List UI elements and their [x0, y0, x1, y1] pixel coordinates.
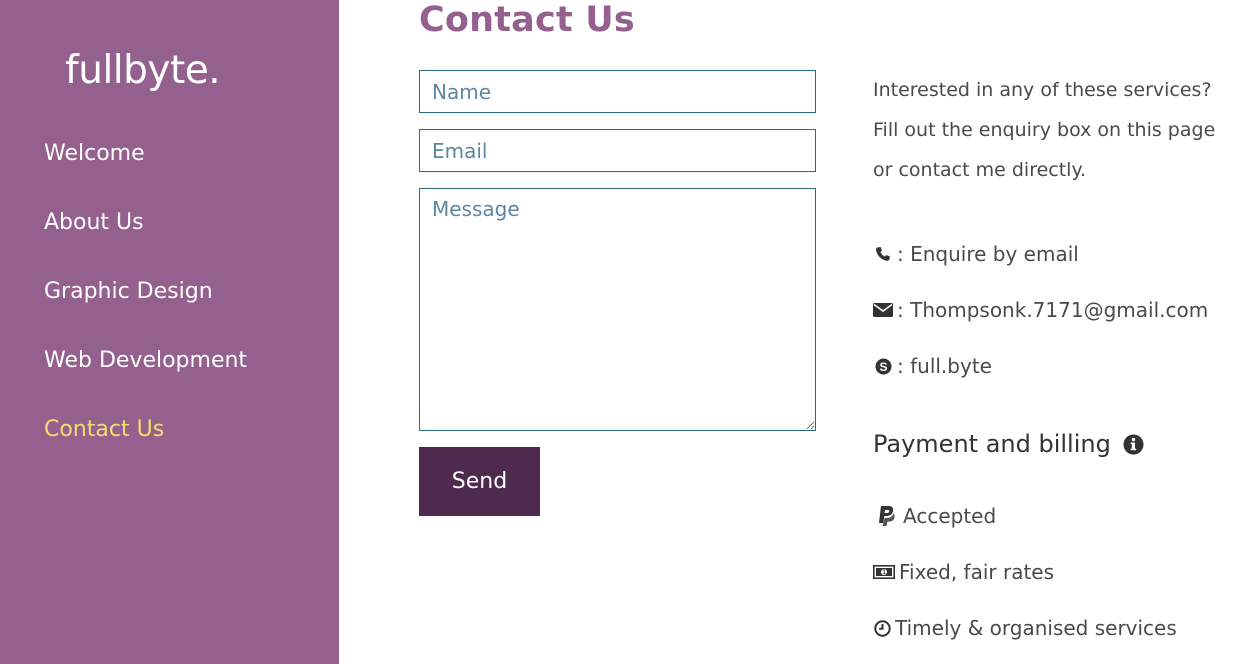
sidebar: fullbyte. Welcome About Us Graphic Desig…: [0, 0, 339, 664]
name-input[interactable]: [419, 70, 816, 113]
paypal-icon: [873, 506, 899, 526]
skype-icon: S: [873, 356, 893, 376]
billing-rates: 1 Fixed, fair rates: [873, 560, 1054, 584]
billing-rates-text: Fixed, fair rates: [899, 560, 1055, 584]
message-textarea[interactable]: [419, 188, 816, 431]
sidebar-item-web-development[interactable]: Web Development: [44, 345, 247, 414]
info-panel: Interested in any of these services? Fil…: [873, 70, 1233, 190]
phone-icon: [873, 244, 893, 264]
send-button[interactable]: Send: [419, 447, 540, 516]
svg-text:S: S: [879, 359, 887, 373]
billing-heading: Payment and billing: [873, 430, 1144, 458]
email-input[interactable]: [419, 129, 816, 172]
contact-skype: S : full.byte: [873, 354, 992, 378]
page-title: Contact Us: [419, 0, 635, 40]
sidebar-item-contact-us[interactable]: Contact Us: [44, 414, 247, 483]
envelope-icon: [873, 300, 893, 320]
sidebar-item-graphic-design[interactable]: Graphic Design: [44, 276, 247, 345]
sidebar-nav: Welcome About Us Graphic Design Web Deve…: [44, 138, 247, 483]
contact-email-text[interactable]: : Thompsonk.7171@gmail.com: [897, 298, 1208, 322]
intro-text: Interested in any of these services? Fil…: [873, 79, 1216, 181]
contact-phone: : Enquire by email: [873, 242, 1079, 266]
billing-timely: Timely & organised services: [873, 616, 1177, 640]
contact-phone-text: : Enquire by email: [897, 242, 1079, 266]
contact-email: : Thompsonk.7171@gmail.com: [873, 298, 1208, 322]
sidebar-item-welcome[interactable]: Welcome: [44, 138, 247, 207]
billing-paypal: Accepted: [873, 504, 996, 528]
info-circle-icon[interactable]: [1123, 434, 1144, 455]
billing-title-text: Payment and billing: [873, 430, 1111, 458]
brand-logo-text[interactable]: fullbyte.: [65, 48, 221, 93]
money-icon: 1: [873, 562, 895, 582]
sidebar-item-about-us[interactable]: About Us: [44, 207, 247, 276]
clock-icon: [873, 618, 891, 638]
billing-timely-text: Timely & organised services: [895, 616, 1177, 640]
billing-paypal-text: Accepted: [903, 504, 997, 528]
contact-skype-text: : full.byte: [897, 354, 992, 378]
